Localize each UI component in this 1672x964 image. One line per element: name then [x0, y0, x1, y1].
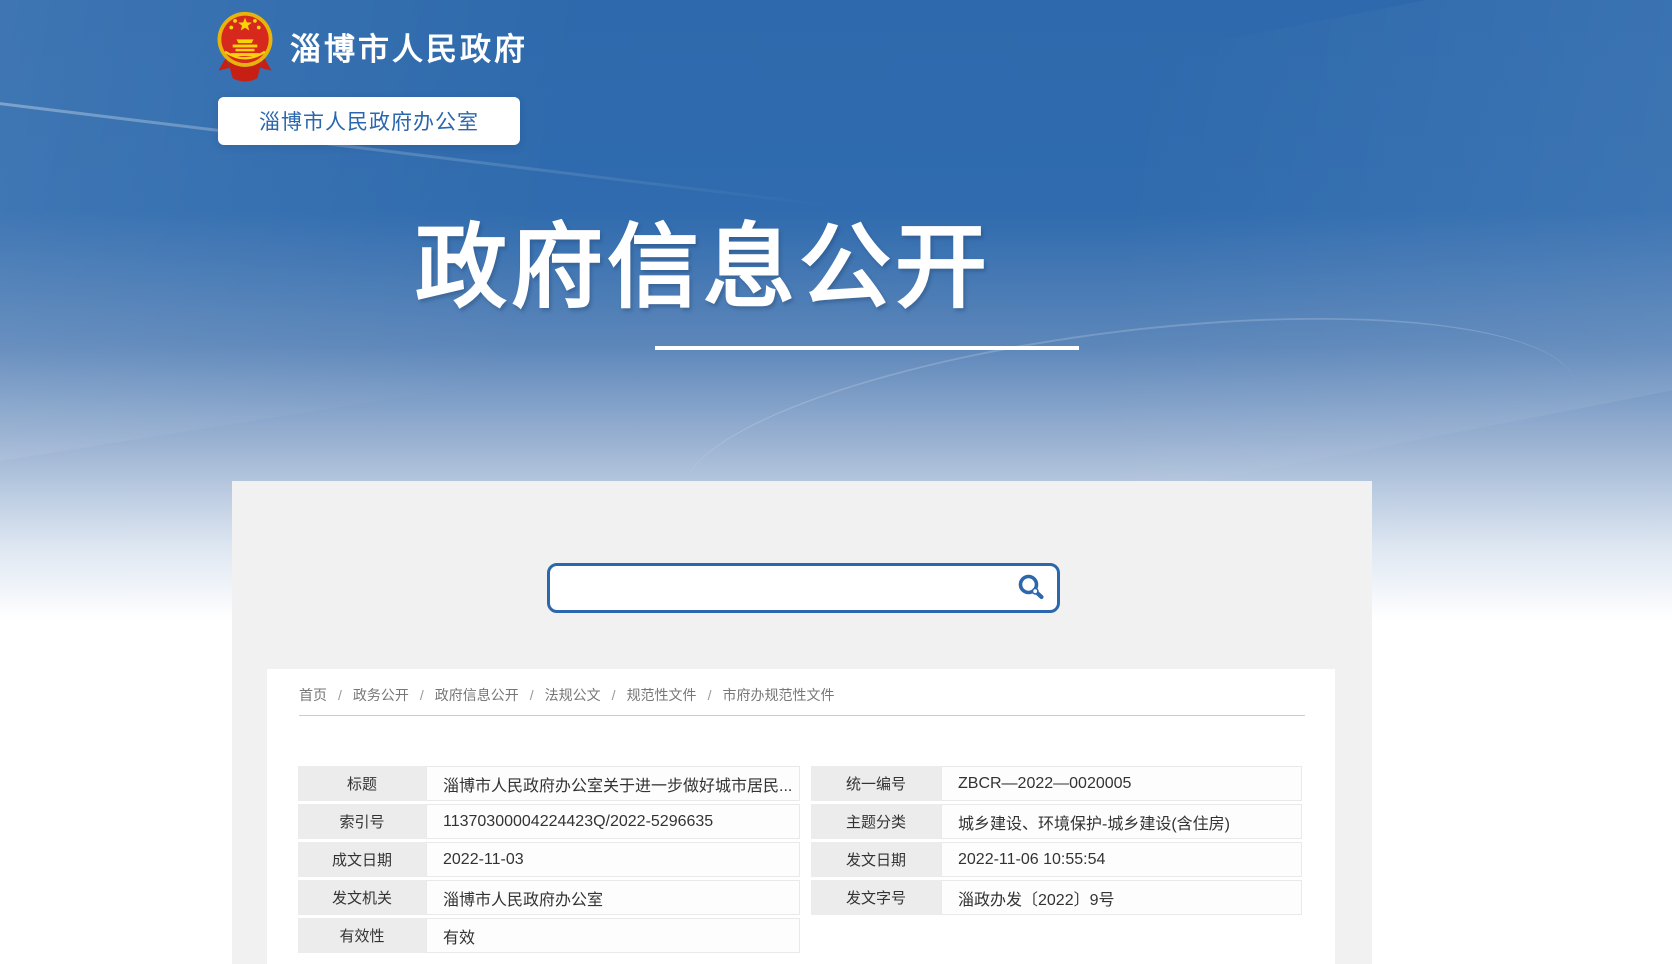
breadcrumb-item[interactable]: 法规公文	[545, 685, 601, 705]
site-name[interactable]: 淄博市人民政府	[290, 24, 528, 69]
content-panel: 首页/政务公开/政府信息公开/法规公文/规范性文件/市府办规范性文件 标题淄博市…	[232, 481, 1372, 964]
document-card: 首页/政务公开/政府信息公开/法规公文/规范性文件/市府办规范性文件 标题淄博市…	[267, 669, 1335, 964]
field-value: 淄博市人民政府办公室关于进一步做好城市居民...	[426, 766, 800, 801]
breadcrumb-item[interactable]: 规范性文件	[627, 685, 697, 705]
field-label: 有效性	[298, 918, 426, 953]
breadcrumb-separator: /	[338, 687, 342, 703]
field-label: 发文日期	[811, 842, 941, 877]
field-value: 11370300004224423Q/2022-5296635	[426, 804, 800, 839]
field-value: 有效	[426, 918, 800, 953]
field-value: 城乡建设、环境保护-城乡建设(含住房)	[941, 804, 1302, 839]
field-value: 2022-11-03	[426, 842, 800, 877]
page-title: 政府信息公开	[415, 218, 991, 319]
breadcrumb-separator: /	[708, 687, 712, 703]
breadcrumb-item[interactable]: 市府办规范性文件	[722, 685, 834, 705]
breadcrumb: 首页 / 政务公开 / 政府信息公开 / 法规公文 / 规范性文件 / 市府办规范性文件	[299, 683, 1303, 707]
title-underline	[655, 346, 1079, 350]
search-box	[547, 563, 1060, 613]
table-row: 标题淄博市人民政府办公室关于进一步做好城市居民... 统一编号ZBCR—2022—…	[298, 766, 1304, 801]
site-brand: 淄博市人民政府	[216, 8, 528, 84]
column-gap	[800, 880, 811, 915]
breadcrumb-item[interactable]: 首页	[299, 685, 327, 705]
table-row: 有效性有效	[298, 918, 1304, 953]
breadcrumb-separator: /	[420, 687, 424, 703]
national-emblem-icon	[216, 10, 274, 82]
search-icon	[1016, 573, 1046, 603]
doc-info-table: 标题淄博市人民政府办公室关于进一步做好城市居民... 统一编号ZBCR—2022—…	[298, 766, 1304, 956]
office-link[interactable]: 淄博市人民政府办公室	[218, 97, 520, 145]
column-gap	[800, 766, 811, 801]
field-label: 标题	[298, 766, 426, 801]
breadcrumb-item[interactable]: 政务公开	[353, 685, 409, 705]
column-gap	[800, 842, 811, 877]
field-value: 淄博市人民政府办公室	[426, 880, 800, 915]
field-label: 成文日期	[298, 842, 426, 877]
field-label: 统一编号	[811, 766, 941, 801]
field-value: 淄政办发〔2022〕9号	[941, 880, 1302, 915]
breadcrumb-separator: /	[612, 687, 616, 703]
field-label: 索引号	[298, 804, 426, 839]
field-label: 主题分类	[811, 804, 941, 839]
breadcrumb-divider	[299, 715, 1305, 716]
table-row: 发文机关淄博市人民政府办公室发文字号淄政办发〔2022〕9号	[298, 880, 1304, 915]
table-row: 索引号11370300004224423Q/2022-5296635 主题分类城乡…	[298, 804, 1304, 839]
field-label: 发文机关	[298, 880, 426, 915]
table-row: 成文日期2022-11-03 发文日期2022-11-06 10:55:54	[298, 842, 1304, 877]
field-value: 2022-11-06 10:55:54	[941, 842, 1302, 877]
field-value: ZBCR—2022—0020005	[941, 766, 1302, 801]
breadcrumb-item[interactable]: 政府信息公开	[435, 685, 519, 705]
breadcrumb-separator: /	[530, 687, 534, 703]
column-gap	[800, 804, 811, 839]
search-button[interactable]	[1015, 566, 1057, 610]
search-input[interactable]	[550, 566, 1015, 610]
field-label: 发文字号	[811, 880, 941, 915]
